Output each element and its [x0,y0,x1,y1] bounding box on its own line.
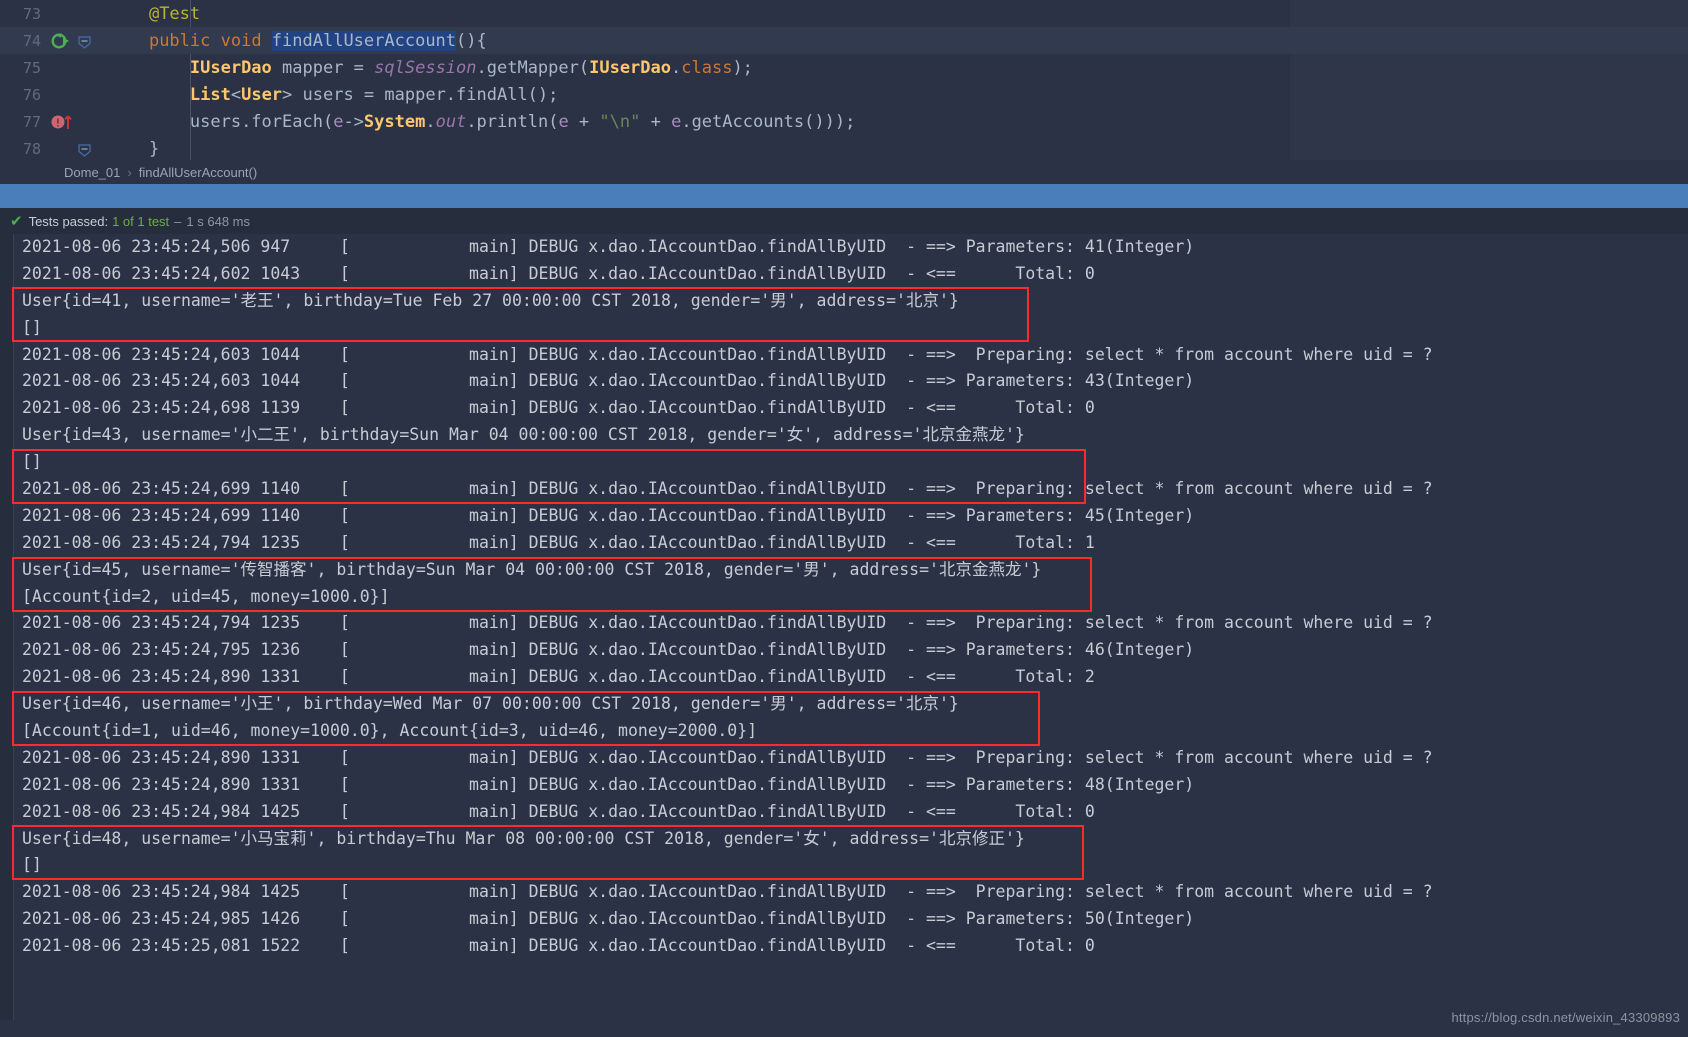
fold-collapse-icon[interactable] [78,142,91,157]
console-line[interactable]: 2021-08-06 23:45:25,081 1522 [ main] DEB… [14,933,1688,960]
console-line[interactable]: 2021-08-06 23:45:24,890 1331 [ main] DEB… [14,772,1688,799]
tests-duration: 1 s 648 ms [186,213,250,229]
line-number-74: 74 [22,31,41,50]
console-gutter [0,234,14,1020]
console-line[interactable]: 2021-08-06 23:45:24,985 1426 [ main] DEB… [14,906,1688,933]
code-line-text-75[interactable]: IUserDao mapper = sqlSession.getMapper(I… [100,58,753,78]
console-line[interactable]: 2021-08-06 23:45:24,602 1043 [ main] DEB… [14,261,1688,288]
console-line[interactable]: 2021-08-06 23:45:24,698 1139 [ main] DEB… [14,395,1688,422]
bottom-strip [0,1020,1688,1037]
console-line[interactable]: 2021-08-06 23:45:24,795 1236 [ main] DEB… [14,637,1688,664]
console-line[interactable]: 2021-08-06 23:45:24,794 1235 [ main] DEB… [14,610,1688,637]
breadcrumb[interactable]: Dome_01 › findAllUserAccount() [0,160,1688,184]
tests-passed-label: Tests passed: [28,213,109,229]
code-line-74[interactable]: 74 public void findAllUserAccount(){ [0,27,1688,54]
code-line-text-76[interactable]: List<User> users = mapper.findAll(); [100,85,559,105]
gutter-icons-73[interactable] [48,0,100,27]
code-line-text-77[interactable]: users.forEach(e->System.out.println(e + … [100,112,855,132]
run-panel-divider[interactable] [0,184,1688,208]
gutter-icons-74[interactable] [48,27,100,54]
code-line-75[interactable]: 75 IUserDao mapper = sqlSession.getMappe… [0,54,1688,81]
console-line[interactable]: 2021-08-06 23:45:24,984 1425 [ main] DEB… [14,879,1688,906]
code-line-text-73[interactable]: @Test [100,4,200,24]
fold-collapse-icon[interactable] [78,34,91,49]
tests-duration-dash: – [174,213,182,229]
console-line[interactable]: [Account{id=2, uid=45, money=1000.0}] [14,584,1688,611]
console-line[interactable]: [] [14,449,1688,476]
console-line[interactable]: User{id=41, username='老王', birthday=Tue … [14,288,1688,315]
breadcrumb-class[interactable]: Dome_01 [64,165,120,180]
console-lines-container[interactable]: 2021-08-06 23:45:24,506 947 [ main] DEBU… [14,234,1688,1020]
line-number-76: 76 [22,85,41,104]
console-line[interactable]: User{id=43, username='小二王', birthday=Sun… [14,422,1688,449]
console-line[interactable]: User{id=45, username='传智播客', birthday=Su… [14,557,1688,584]
line-number-73: 73 [22,4,41,23]
code-line-text-78[interactable]: } [100,139,159,159]
ide-window: 73 @Test 74 public void findAllUserAccoun… [0,0,1688,1037]
console-line[interactable]: 2021-08-06 23:45:24,984 1425 [ main] DEB… [14,799,1688,826]
tests-passed-count: 1 of 1 test [112,213,170,229]
code-line-77[interactable]: 77! users.forEach(e->System.out.println(… [0,108,1688,135]
breadcrumb-separator-icon: › [127,164,132,180]
code-line-text-74[interactable]: public void findAllUserAccount(){ [100,30,487,51]
console-line[interactable]: [] [14,852,1688,879]
console-line[interactable]: User{id=46, username='小王', birthday=Wed … [14,691,1688,718]
console-line[interactable]: 2021-08-06 23:45:24,506 947 [ main] DEBU… [14,234,1688,261]
console-line[interactable]: User{id=48, username='小马宝莉', birthday=Th… [14,826,1688,853]
gutter-icons-78[interactable] [48,135,100,160]
console-line[interactable]: 2021-08-06 23:45:24,603 1044 [ main] DEB… [14,368,1688,395]
svg-text:!: ! [56,117,60,130]
code-editor[interactable]: 73 @Test 74 public void findAllUserAccoun… [0,0,1688,160]
code-line-76[interactable]: 76 List<User> users = mapper.findAll(); [0,81,1688,108]
console-output[interactable]: 2021-08-06 23:45:24,506 947 [ main] DEBU… [0,234,1688,1020]
console-line[interactable]: 2021-08-06 23:45:24,603 1044 [ main] DEB… [14,342,1688,369]
check-icon: ✔ [10,212,23,230]
run-test-icon[interactable] [51,31,70,50]
console-line[interactable]: [] [14,315,1688,342]
test-status-bar: ✔ Tests passed: 1 of 1 test – 1 s 648 ms [0,208,1688,234]
breadcrumb-method[interactable]: findAllUserAccount() [139,165,258,180]
console-line[interactable]: 2021-08-06 23:45:24,890 1331 [ main] DEB… [14,664,1688,691]
line-number-78: 78 [22,139,41,158]
code-lines-container[interactable]: 73 @Test 74 public void findAllUserAccoun… [0,0,1688,160]
console-line[interactable]: 2021-08-06 23:45:24,794 1235 [ main] DEB… [14,530,1688,557]
console-line[interactable]: 2021-08-06 23:45:24,699 1140 [ main] DEB… [14,476,1688,503]
console-line[interactable]: 2021-08-06 23:45:24,890 1331 [ main] DEB… [14,745,1688,772]
console-line[interactable]: [Account{id=1, uid=46, money=1000.0}, Ac… [14,718,1688,745]
gutter-icons-75[interactable] [48,54,100,81]
code-line-78[interactable]: 78 } [0,135,1688,160]
line-number-75: 75 [22,58,41,77]
line-number-77: 77 [22,112,41,131]
code-line-73[interactable]: 73 @Test [0,0,1688,27]
watermark: https://blog.csdn.net/weixin_43309893 [1451,1010,1680,1025]
gutter-icons-76[interactable] [48,81,100,108]
console-line[interactable]: 2021-08-06 23:45:24,699 1140 [ main] DEB… [14,503,1688,530]
gutter-icons-77[interactable]: ! [48,108,100,135]
error-marker-icon[interactable]: ! [50,112,80,131]
